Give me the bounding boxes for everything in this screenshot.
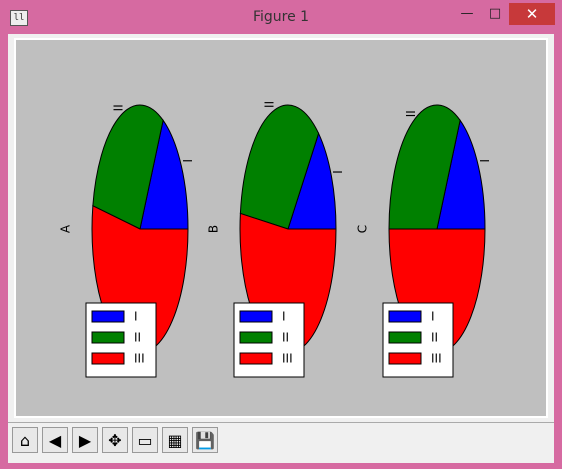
pie-C-legend-swatch-III xyxy=(388,352,422,365)
minimize-button[interactable]: — xyxy=(454,3,480,25)
pie-A-legend-label-II: II xyxy=(134,331,141,345)
pie-C-legend-label-I: I xyxy=(431,310,435,324)
navigation-toolbar: ⌂ ◀ ▶ ✥ ▭ ▦ 💾 xyxy=(8,422,554,463)
back-icon: ◀ xyxy=(48,430,62,450)
zoom-icon: ▭ xyxy=(137,430,153,450)
back-button[interactable]: ◀ xyxy=(42,427,68,453)
pie-B-legend-swatch-II xyxy=(239,331,273,344)
pie-A-label-I: I xyxy=(180,159,194,163)
pie-B-legend-label-I: I xyxy=(282,310,286,324)
pie-B-label-II: II xyxy=(262,101,276,108)
zoom-button[interactable]: ▭ xyxy=(132,427,158,453)
maximize-button[interactable]: □ xyxy=(482,3,508,25)
pan-button[interactable]: ✥ xyxy=(102,427,128,453)
pie-A-ylabel: A xyxy=(59,224,73,233)
pie-A-legend-swatch-II xyxy=(91,331,125,344)
save-button[interactable]: 💾 xyxy=(192,427,218,453)
pie-C-label-II: II xyxy=(403,110,417,117)
pie-A-label-II: II xyxy=(111,104,125,111)
pie-B-label-I: I xyxy=(330,170,344,174)
pie-C-legend-label-III: III xyxy=(431,352,442,366)
pie-C-legend-label-II: II xyxy=(431,331,438,345)
pie-C-legend-swatch-II xyxy=(388,331,422,344)
close-button[interactable]: ✕ xyxy=(509,3,555,25)
save-icon: 💾 xyxy=(195,430,215,450)
forward-button[interactable]: ▶ xyxy=(72,427,98,453)
title-bar[interactable]: ll Figure 1 — □ ✕ xyxy=(0,0,562,34)
pie-B-legend-label-III: III xyxy=(282,352,293,366)
pie-B-ylabel: B xyxy=(207,225,221,233)
pie-A-legend-label-I: I xyxy=(134,310,138,324)
pan-icon: ✥ xyxy=(108,430,122,450)
subplots-icon: ▦ xyxy=(167,430,183,450)
figure-canvas-area: IIIIIIAIIIIIIIIIIIIBIIIIIIIIIIIICIIIIII … xyxy=(8,34,554,463)
pie-B-legend-label-II: II xyxy=(282,331,289,345)
forward-icon: ▶ xyxy=(78,430,92,450)
pie-A-legend-label-III: III xyxy=(134,352,145,366)
pie-B-legend-swatch-III xyxy=(239,352,273,365)
home-icon: ⌂ xyxy=(19,430,31,450)
figure-window: ll Figure 1 — □ ✕ IIIIIIAIIIIIIIIIIIIBII… xyxy=(0,0,562,469)
subplots-button[interactable]: ▦ xyxy=(162,427,188,453)
pie-C-label-I: I xyxy=(477,159,491,163)
home-button[interactable]: ⌂ xyxy=(12,427,38,453)
pie-B-legend-swatch-I xyxy=(239,310,273,323)
pie-A-legend-swatch-III xyxy=(91,352,125,365)
pie-A-legend-swatch-I xyxy=(91,310,125,323)
pie-C-ylabel: C xyxy=(356,225,370,233)
pie-C-legend-swatch-I xyxy=(388,310,422,323)
pie-chart-figure: IIIIIIAIIIIIIIIIIIIBIIIIIIIIIIIICIIIIII xyxy=(59,101,491,378)
